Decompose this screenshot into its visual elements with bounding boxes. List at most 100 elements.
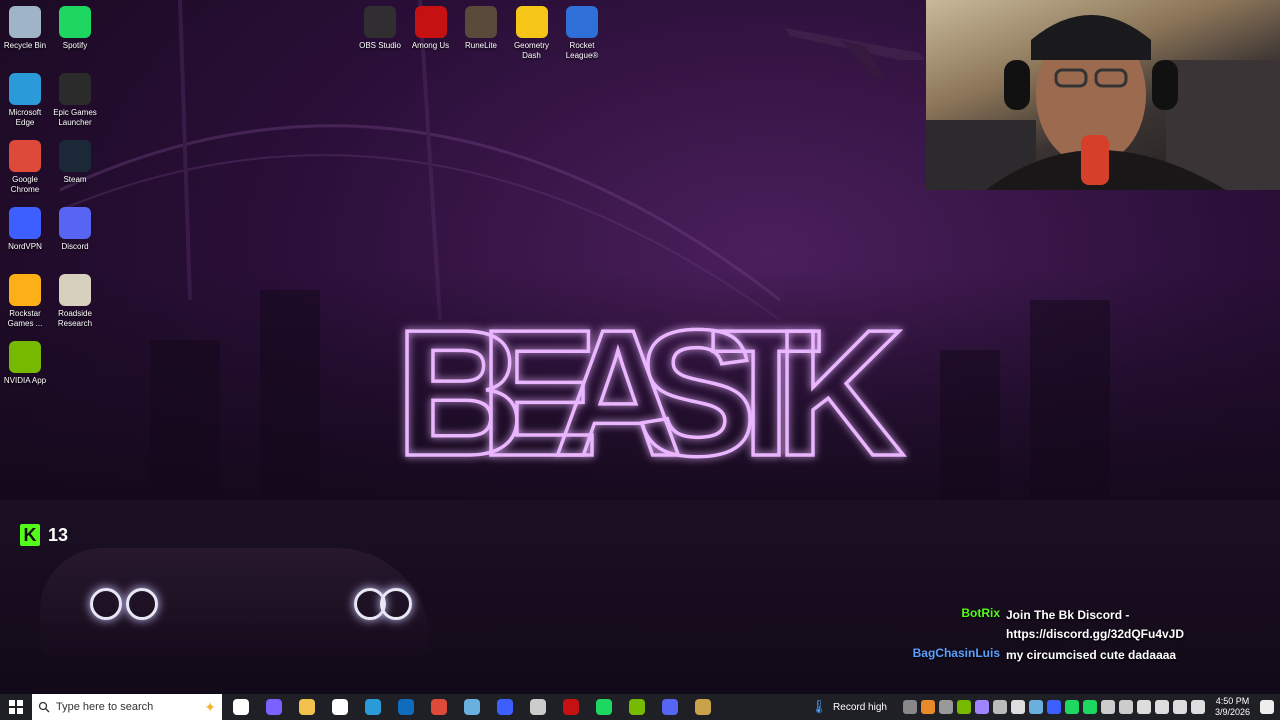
headlight <box>380 588 412 620</box>
clock-time: 4:50 PM <box>1215 696 1250 706</box>
desktop-icon[interactable]: Geometry Dash <box>507 6 557 61</box>
desktop-icon[interactable]: Rocket League® <box>557 6 607 61</box>
desktop-icon-label: NVIDIA App <box>3 376 47 385</box>
runelite-taskbar-icon[interactable] <box>686 694 719 720</box>
desktop-icon-label: Discord <box>61 242 89 251</box>
roadside-research-icon <box>59 274 91 306</box>
clock-date: 3/9/2026 <box>1214 707 1250 717</box>
desktop-icon-label: OBS Studio <box>359 41 401 50</box>
desktop-icon[interactable]: Discord <box>50 207 100 252</box>
among-us-icon <box>414 6 447 38</box>
kick-counter: K 13 <box>20 524 68 546</box>
tray-icon[interactable] <box>920 700 935 714</box>
display-icon[interactable] <box>1190 700 1205 714</box>
desktop-icon[interactable]: Google Chrome <box>0 140 50 195</box>
desktop-icon[interactable]: RuneLite <box>456 6 506 51</box>
tray-icon[interactable] <box>1118 700 1133 714</box>
edge-taskbar-icon[interactable] <box>356 694 389 720</box>
steam-icon <box>59 140 91 172</box>
taskbar: Type here to search ✦ 🌡 Record high 4:50… <box>0 694 1280 720</box>
wallpaper-title: BEASTK <box>393 300 907 470</box>
obs-taskbar-icon[interactable] <box>521 694 554 720</box>
copilot-icon[interactable] <box>257 694 290 720</box>
desktop-icon-label: NordVPN <box>8 242 42 251</box>
store-icon[interactable] <box>323 694 356 720</box>
onedrive-icon[interactable] <box>1100 700 1115 714</box>
volume-icon[interactable] <box>1172 700 1187 714</box>
tray-icon[interactable] <box>992 700 1007 714</box>
edge-icon <box>9 73 41 105</box>
desktop-icon[interactable]: Among Us <box>406 6 456 51</box>
rockstar-icon <box>9 274 41 306</box>
system-tray: 🌡 Record high 4:50 PM 3/9/2026 <box>811 694 1280 720</box>
search-highlight-icon: ✦ <box>204 698 216 715</box>
outlook-icon[interactable] <box>389 694 422 720</box>
network-icon[interactable] <box>1136 700 1151 714</box>
obs-icon <box>364 6 396 38</box>
tray-icon[interactable] <box>1010 700 1025 714</box>
nvidia-tray-icon[interactable] <box>956 700 971 714</box>
geometry-dash-icon <box>515 6 548 38</box>
desktop-icon[interactable]: Epic Games Launcher <box>50 73 100 128</box>
desktop-icon[interactable]: Roadside Research <box>50 274 100 329</box>
chat-message: BagChasinLuis my circumcised cute dadaaaa <box>900 646 1280 665</box>
steam-tray-icon[interactable] <box>1028 700 1043 714</box>
start-button[interactable] <box>0 694 32 720</box>
desktop-icon-label: Epic Games Launcher <box>53 108 97 127</box>
headlight <box>126 588 158 620</box>
chrome-taskbar-icon[interactable] <box>422 694 455 720</box>
desktop-icon-label: Google Chrome <box>10 175 40 194</box>
runelite-icon <box>465 6 497 38</box>
thermometer-icon: 🌡 <box>810 699 828 714</box>
file-explorer-icon[interactable] <box>290 694 323 720</box>
tray-icon[interactable] <box>938 700 953 714</box>
chat-text: Join The Bk Discord - https://discord.gg… <box>1006 608 1185 641</box>
airplane-silhouette <box>785 28 925 78</box>
steam-taskbar-icon[interactable] <box>455 694 488 720</box>
microphone-icon[interactable] <box>1154 700 1169 714</box>
desktop-icon[interactable]: Spotify <box>50 6 100 51</box>
nvidia-taskbar-icon[interactable] <box>620 694 653 720</box>
desktop-icon-label: Geometry Dash <box>513 41 550 60</box>
rocket-league-icon <box>566 6 598 38</box>
notification-icon[interactable] <box>1260 700 1274 714</box>
chat-message: BotRix Join The Bk Discord - https://disc… <box>900 606 1280 644</box>
epic-games-icon <box>59 73 91 105</box>
clock[interactable]: 4:50 PM 3/9/2026 <box>1207 696 1258 718</box>
tray-icon[interactable] <box>1082 700 1097 714</box>
desktop-icon[interactable]: NVIDIA App <box>0 341 50 386</box>
desktop-icon[interactable]: Recycle Bin <box>0 6 50 51</box>
webcam-feed <box>926 0 1280 190</box>
desktop-icon[interactable]: Rockstar Games ... <box>0 274 50 329</box>
search-placeholder: Type here to search <box>56 701 154 713</box>
spotify-taskbar-icon[interactable] <box>587 694 620 720</box>
chat-username: BagChasinLuis <box>912 646 1000 660</box>
chrome-icon <box>9 140 41 172</box>
weather-label[interactable]: Record high <box>833 702 887 713</box>
search-icon <box>38 701 50 713</box>
desktop-icon-label: Steam <box>63 175 87 184</box>
desktop-icon-label: Roadside Research <box>57 309 93 328</box>
kick-count: 13 <box>48 524 69 545</box>
nordvpn-taskbar-icon[interactable] <box>488 694 521 720</box>
task-view-icon[interactable] <box>224 694 257 720</box>
among-us-taskbar-icon[interactable] <box>554 694 587 720</box>
recycle-bin-icon <box>9 6 41 38</box>
taskbar-apps <box>224 694 719 720</box>
desktop-icon[interactable]: Steam <box>50 140 100 185</box>
desktop-icon[interactable]: OBS Studio <box>355 6 405 51</box>
tray-icon[interactable] <box>902 700 917 714</box>
desktop-icon[interactable]: NordVPN <box>0 207 50 252</box>
chat-overlay: BotRix Join The Bk Discord - https://disc… <box>900 606 1280 667</box>
windows-icon <box>9 700 23 714</box>
discord-taskbar-icon[interactable] <box>653 694 686 720</box>
spotify-tray-icon[interactable] <box>1064 700 1079 714</box>
taskbar-search-box[interactable]: Type here to search ✦ <box>32 694 222 720</box>
desktop-icon-label: RuneLite <box>464 41 498 50</box>
desktop-icon-label: Recycle Bin <box>3 41 47 50</box>
desktop-icon[interactable]: Microsoft Edge <box>0 73 50 128</box>
desktop-icon-label: Microsoft Edge <box>8 108 42 127</box>
discord-icon <box>59 207 91 239</box>
nordvpn-tray-icon[interactable] <box>1046 700 1061 714</box>
tray-icon[interactable] <box>974 700 989 714</box>
